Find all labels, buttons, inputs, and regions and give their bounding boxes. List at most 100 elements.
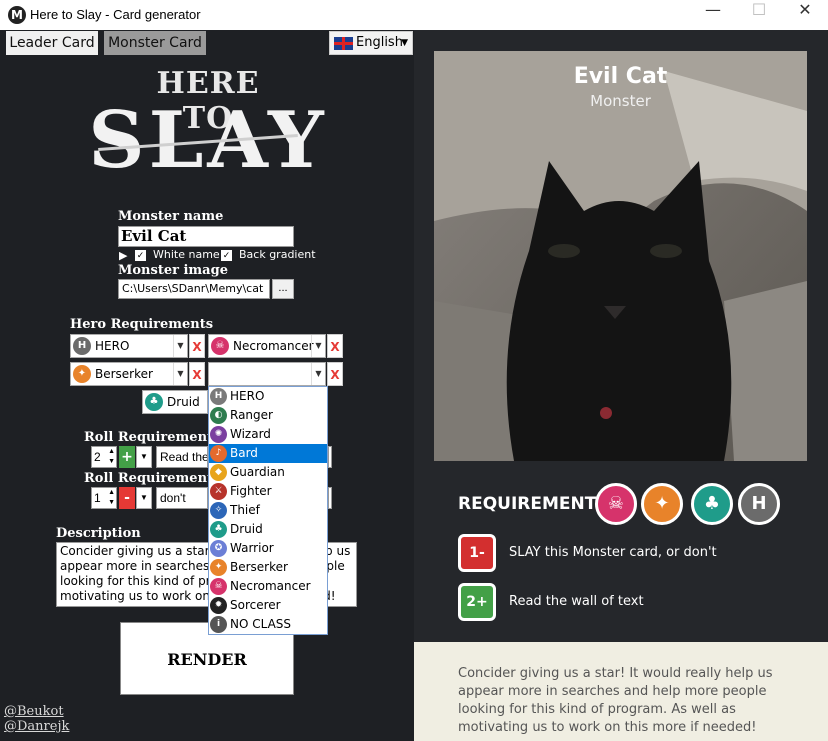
dropdown-item-bard[interactable]: ♪ Bard bbox=[209, 444, 327, 463]
dropdown-item-label: Bard bbox=[230, 446, 258, 460]
roll2-text-input-end bbox=[328, 487, 332, 509]
dropdown-item-label: Druid bbox=[230, 522, 263, 536]
dropdown-item-wizard[interactable]: ✺ Wizard bbox=[209, 425, 327, 444]
dropdown-item-label: Guardian bbox=[230, 465, 285, 479]
expand-arrow-icon[interactable]: ▶ bbox=[119, 249, 127, 262]
chevron-down-icon: ▼ bbox=[311, 363, 325, 385]
dropdown-item-sorcerer[interactable]: ✹ Sorcerer bbox=[209, 596, 327, 615]
dropdown-item-fighter[interactable]: ⚔ Fighter bbox=[209, 482, 327, 501]
spinner-arrows-icon[interactable]: ▲ ▼ bbox=[108, 447, 115, 467]
card-roll-text-success: Read the wall of text bbox=[509, 594, 644, 609]
description-label: Description bbox=[56, 526, 141, 541]
monster-name-input[interactable]: Evil Cat bbox=[118, 226, 294, 247]
credit-link-beukot[interactable]: @Beukot bbox=[4, 704, 64, 719]
card-description-text: Concider giving us a star! It would real… bbox=[458, 666, 773, 735]
dropdown-item-label: Necromancer bbox=[230, 579, 311, 593]
remove-hero-req-1-button[interactable]: X bbox=[189, 334, 205, 358]
remove-hero-req-2-button[interactable]: X bbox=[327, 334, 343, 358]
roll2-text-input[interactable]: don't bbox=[156, 487, 208, 509]
dropdown-item-label: Thief bbox=[230, 503, 260, 517]
hero-icon: H bbox=[73, 337, 91, 355]
hero-req-select-2[interactable]: ☠ Necromancer ▼ bbox=[208, 334, 326, 358]
cat-photo-illustration bbox=[434, 51, 807, 461]
card-roll-badge-fail: 1- bbox=[458, 534, 496, 572]
berserker-icon: ✦ bbox=[73, 365, 91, 383]
druid-icon: ♣ bbox=[145, 393, 163, 411]
dropdown-item-necromancer[interactable]: ☠ Necromancer bbox=[209, 577, 327, 596]
hero-req-value: HERO bbox=[95, 339, 130, 353]
dropdown-item-no-class[interactable]: i NO CLASS bbox=[209, 615, 327, 634]
title-bar: M Here to Slay - Card generator — ☐ ✕ bbox=[0, 0, 828, 30]
card-requirement-label: REQUIREMENT: bbox=[458, 494, 603, 514]
card-req-druid-icon: ♣ bbox=[691, 483, 733, 525]
back-gradient-label: Back gradient bbox=[239, 248, 316, 261]
card-monster-name: Evil Cat bbox=[573, 64, 668, 89]
hero-req-select-3[interactable]: ✦ Berserker ▼ bbox=[70, 362, 188, 386]
roll2-value-spinner[interactable]: 1 ▲ ▼ bbox=[91, 487, 117, 509]
browse-button[interactable]: ... bbox=[272, 279, 294, 299]
roll1-value-spinner[interactable]: 2 ▲ ▼ bbox=[91, 446, 117, 468]
remove-hero-req-4-button[interactable]: X bbox=[327, 362, 343, 386]
card-req-berserker-icon: ✦ bbox=[641, 483, 683, 525]
language-select[interactable]: English ▼ bbox=[329, 31, 413, 55]
dropdown-item-druid[interactable]: ♣ Druid bbox=[209, 520, 327, 539]
class-dropdown-list[interactable]: H HERO ◐ Ranger ✺ Wizard ♪ Bard ◆ Guardian ⚔ F… bbox=[208, 386, 328, 635]
spinner-arrows-icon[interactable]: ▲ ▼ bbox=[108, 488, 115, 508]
hero-req-value: Necromancer bbox=[233, 339, 314, 353]
roll2-sign-dropdown[interactable]: ▼ bbox=[136, 487, 152, 509]
white-name-label: White name bbox=[153, 248, 220, 261]
dropdown-item-label: Sorcerer bbox=[230, 598, 281, 612]
card-roll-badge-success: 2+ bbox=[458, 583, 496, 621]
hero-req-select-5[interactable]: ♣ Druid bbox=[142, 390, 208, 414]
dropdown-item-label: NO CLASS bbox=[230, 617, 292, 631]
no-class-icon: i bbox=[210, 616, 227, 633]
back-gradient-checkbox[interactable]: ✓ bbox=[221, 250, 232, 261]
dropdown-item-label: Ranger bbox=[230, 408, 273, 422]
language-label: English bbox=[356, 35, 403, 50]
close-button[interactable]: ✕ bbox=[782, 0, 828, 30]
roll2-value: 1 bbox=[94, 491, 101, 505]
necromancer-icon: ☠ bbox=[211, 337, 229, 355]
dropdown-item-hero[interactable]: H HERO bbox=[209, 387, 327, 406]
white-name-checkbox[interactable]: ✓ bbox=[135, 250, 146, 261]
dropdown-item-guardian[interactable]: ◆ Guardian bbox=[209, 463, 327, 482]
tab-leader-card[interactable]: Leader Card bbox=[6, 31, 98, 55]
dropdown-item-berserker[interactable]: ✦ Berserker bbox=[209, 558, 327, 577]
hero-req-value: Berserker bbox=[95, 367, 153, 381]
hero-req-select-4[interactable]: ▼ bbox=[208, 362, 326, 386]
hero-requirements-label: Hero Requirements bbox=[70, 317, 214, 332]
card-req-necromancer-icon: ☠ bbox=[595, 483, 637, 525]
credit-link-danrejk[interactable]: @Danrejk bbox=[4, 719, 69, 734]
fighter-icon: ⚔ bbox=[210, 483, 227, 500]
bard-icon: ♪ bbox=[210, 445, 227, 462]
minimize-button[interactable]: — bbox=[690, 0, 736, 30]
thief-icon: ✧ bbox=[210, 502, 227, 519]
dropdown-item-thief[interactable]: ✧ Thief bbox=[209, 501, 327, 520]
monster-image bbox=[434, 51, 807, 461]
hero-req-select-1[interactable]: H HERO ▼ bbox=[70, 334, 188, 358]
chevron-down-icon: ▼ bbox=[401, 38, 408, 48]
remove-hero-req-3-button[interactable]: X bbox=[189, 362, 205, 386]
dropdown-item-label: Berserker bbox=[230, 560, 288, 574]
tab-monster-card[interactable]: Monster Card bbox=[104, 31, 206, 55]
maximize-button[interactable]: ☐ bbox=[736, 0, 782, 30]
chevron-down-icon: ▼ bbox=[311, 335, 325, 357]
roll1-sign-dropdown[interactable]: ▼ bbox=[136, 446, 152, 468]
monster-name-label: Monster name bbox=[118, 209, 224, 224]
hero-icon: H bbox=[210, 388, 227, 405]
card-roll-text-fail: SLAY this Monster card, or don't bbox=[509, 545, 717, 560]
card-req-hero-icon: H bbox=[738, 483, 780, 525]
window-title: Here to Slay - Card generator bbox=[30, 7, 201, 22]
uk-flag-icon bbox=[334, 37, 353, 50]
dropdown-item-label: Wizard bbox=[230, 427, 271, 441]
warrior-icon: ✪ bbox=[210, 540, 227, 557]
monster-image-path-input[interactable]: C:\Users\SDanr\Memy\cat bbox=[118, 279, 270, 299]
roll1-text-input[interactable]: Read the bbox=[156, 446, 208, 468]
chevron-down-icon: ▼ bbox=[173, 363, 187, 385]
monster-image-label: Monster image bbox=[118, 263, 228, 278]
roll2-sign-minus: - bbox=[119, 487, 135, 509]
dropdown-item-warrior[interactable]: ✪ Warrior bbox=[209, 539, 327, 558]
roll1-value: 2 bbox=[94, 450, 101, 464]
dropdown-item-ranger[interactable]: ◐ Ranger bbox=[209, 406, 327, 425]
necromancer-icon: ☠ bbox=[210, 578, 227, 595]
